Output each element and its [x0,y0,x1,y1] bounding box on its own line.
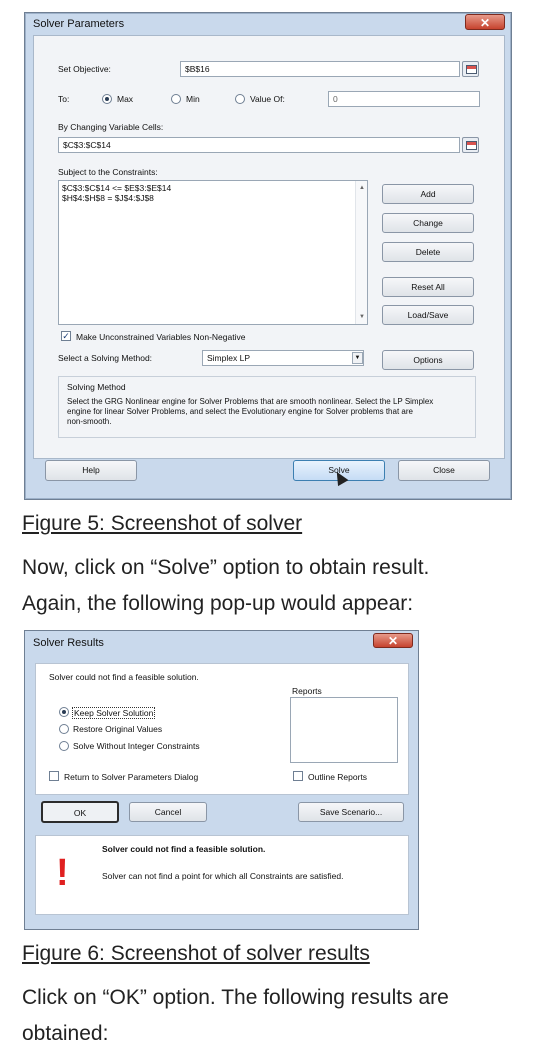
results-options-panel: Solver could not find a feasible solutio… [35,663,409,795]
solve-without-integer-label: Solve Without Integer Constraints [73,741,200,751]
objective-field[interactable]: $B$16 [180,61,460,77]
paragraph-line: obtained: [22,1022,109,1045]
restore-values-label: Restore Original Values [73,724,163,734]
dialog-title: Solver Results [33,637,104,649]
reports-list[interactable] [290,697,398,763]
keep-solution-label: Keep Solver Solution [72,707,156,719]
paragraph-line: Now, click on “Solve” option to obtain r… [22,556,430,579]
to-label: To: [58,94,70,104]
alert-body: Solver can not find a point for which al… [102,871,344,881]
save-scenario-button[interactable]: Save Scenario... [298,802,404,822]
reports-label: Reports [292,686,322,696]
alert-icon: ! [56,852,69,894]
scroll-down-icon[interactable]: ▼ [359,314,365,320]
method-label: Select a Solving Method: [58,353,153,363]
method-desc-line: Select the GRG Nonlinear engine for Solv… [67,397,434,406]
changing-cells-field[interactable]: $C$3:$C$14 [58,137,460,153]
set-objective-label: Set Objective: [58,64,111,74]
max-radio[interactable] [102,94,112,104]
figure-5-caption: Figure 5: Screenshot of solver [22,512,303,535]
close-icon[interactable]: ✕ [465,14,505,30]
alert-panel: ! Solver could not find a feasible solut… [35,835,409,915]
keep-solution-radio[interactable] [59,707,69,717]
ok-button[interactable]: OK [41,801,119,823]
paragraph-line: Click on “OK” option. The following resu… [22,986,449,1009]
min-label: Min [186,94,200,104]
close-icon[interactable]: ✕ [373,633,413,648]
objective-ref-icon[interactable] [462,61,479,77]
load-save-button[interactable]: Load/Save [382,305,474,325]
help-button[interactable]: Help [45,460,137,481]
dialog-title: Solver Parameters [33,18,125,30]
restore-values-radio[interactable] [59,724,69,734]
constraints-list[interactable]: $C$3:$C$14 <= $E$3:$E$14 $H$4:$H$8 = $J$… [58,180,368,325]
value-of-field[interactable]: 0 [328,91,480,107]
constraint-item[interactable]: $H$4:$H$8 = $J$4:$J$8 [62,193,154,203]
solver-parameters-dialog: Solver Parameters ✕ Set Objective: $B$16… [24,12,512,500]
nonnegative-checkbox[interactable]: ✓ [61,331,71,341]
max-label: Max [117,94,134,104]
outline-reports-label: Outline Reports [308,772,368,782]
method-select[interactable]: Simplex LP [202,350,364,366]
solve-without-integer-radio[interactable] [59,741,69,751]
changing-cells-label: By Changing Variable Cells: [58,122,164,132]
scroll-up-icon[interactable]: ▲ [359,185,365,191]
value-of-label: Value Of: [250,94,285,104]
alert-title: Solver could not find a feasible solutio… [102,844,266,854]
nonnegative-label: Make Unconstrained Variables Non-Negativ… [76,332,246,342]
value-of-radio[interactable] [235,94,245,104]
solving-method-title: Solving Method [67,382,126,392]
constraint-item[interactable]: $C$3:$C$14 <= $E$3:$E$14 [62,183,171,193]
return-dialog-checkbox[interactable] [49,771,59,781]
method-desc-line: non-smooth. [67,417,112,426]
paragraph-line: Again, the following pop-up would appear… [22,592,414,615]
solving-method-group: Solving Method Select the GRG Nonlinear … [58,376,476,438]
method-desc-line: engine for linear Solver Problems, and s… [67,407,413,416]
change-button[interactable]: Change [382,213,474,233]
close-button[interactable]: Close [398,460,490,481]
constraints-label: Subject to the Constraints: [58,167,158,177]
options-button[interactable]: Options [382,350,474,370]
delete-button[interactable]: Delete [382,242,474,262]
reset-all-button[interactable]: Reset All [382,277,474,297]
dialog-body: Set Objective: $B$16 To: Max Min Value O… [33,35,505,459]
outline-reports-checkbox[interactable] [293,771,303,781]
constraints-scrollbar[interactable]: ▲ ▼ [355,181,367,324]
figure-6-caption: Figure 6: Screenshot of solver results [22,942,370,965]
solver-results-dialog: Solver Results ✕ Solver could not find a… [24,630,419,930]
cancel-button[interactable]: Cancel [129,802,207,822]
changing-cells-ref-icon[interactable] [462,137,479,153]
min-radio[interactable] [171,94,181,104]
return-dialog-label: Return to Solver Parameters Dialog [64,772,199,782]
add-button[interactable]: Add [382,184,474,204]
chevron-down-icon[interactable]: ▼ [352,352,363,364]
result-message: Solver could not find a feasible solutio… [49,672,199,682]
